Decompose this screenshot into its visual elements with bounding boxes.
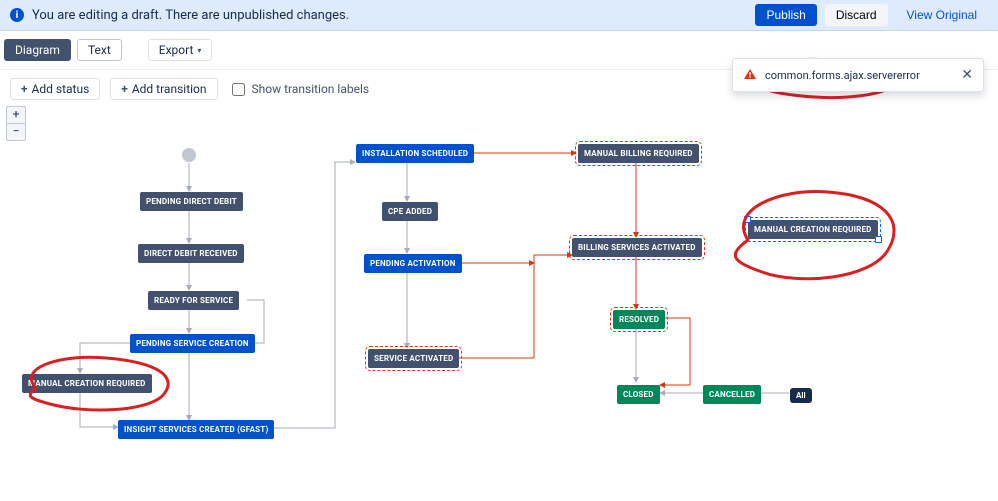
info-icon: i xyxy=(10,8,24,22)
show-labels-checkbox[interactable] xyxy=(232,83,245,96)
zoom-in-button[interactable]: + xyxy=(7,107,25,124)
status-ready-for-service[interactable]: READY FOR SERVICE xyxy=(148,291,239,310)
chevron-down-icon: ▾ xyxy=(197,46,201,55)
start-node[interactable] xyxy=(182,148,196,162)
status-service-activated[interactable]: SERVICE ACTIVATED xyxy=(368,349,459,368)
view-original-link[interactable]: View Original xyxy=(896,4,988,26)
error-icon xyxy=(743,68,757,82)
zoom-out-button[interactable]: − xyxy=(7,124,25,140)
status-direct-debit-received[interactable]: DIRECT DEBIT RECEIVED xyxy=(138,244,244,263)
tab-diagram[interactable]: Diagram xyxy=(4,39,71,61)
status-manual-creation-required-1[interactable]: MANUAL CREATION REQUIRED xyxy=(22,374,152,393)
status-installation-scheduled[interactable]: INSTALLATION SCHEDULED xyxy=(356,144,474,163)
workflow-canvas[interactable]: + − xyxy=(0,100,998,501)
draft-banner: i You are editing a draft. There are unp… xyxy=(0,0,998,31)
export-label: Export xyxy=(159,43,194,57)
toast-message: common.forms.ajax.servererror xyxy=(765,69,920,82)
status-billing-services-activated[interactable]: BILLING SERVICES ACTIVATED xyxy=(572,238,702,257)
plus-icon: + xyxy=(21,82,28,96)
status-manual-creation-required-2[interactable]: MANUAL CREATION REQUIRED xyxy=(748,220,878,239)
banner-actions: Publish Discard View Original xyxy=(755,4,988,26)
show-labels-toggle[interactable]: Show transition labels xyxy=(228,80,370,99)
status-closed[interactable]: CLOSED xyxy=(617,385,660,404)
close-icon[interactable]: ✕ xyxy=(961,67,973,83)
status-pending-direct-debit[interactable]: PENDING DIRECT DEBIT xyxy=(140,192,243,211)
error-toast: common.forms.ajax.servererror ✕ xyxy=(732,58,984,92)
status-resolved[interactable]: RESOLVED xyxy=(613,310,665,329)
status-pending-activation[interactable]: PENDING ACTIVATION xyxy=(364,254,462,273)
add-transition-label: Add transition xyxy=(132,82,207,96)
tab-text[interactable]: Text xyxy=(77,39,122,61)
discard-button[interactable]: Discard xyxy=(825,4,888,26)
export-dropdown[interactable]: Export ▾ xyxy=(148,39,213,61)
banner-left: i You are editing a draft. There are unp… xyxy=(10,8,349,23)
add-transition-button[interactable]: + Add transition xyxy=(110,78,217,100)
status-insight-services-created[interactable]: INSIGHT SERVICES CREATED (GFAST) xyxy=(118,420,274,439)
publish-button[interactable]: Publish xyxy=(755,4,816,26)
show-labels-text: Show transition labels xyxy=(252,82,370,96)
add-status-label: Add status xyxy=(32,82,90,96)
plus-icon: + xyxy=(121,82,128,96)
global-all-pill[interactable]: All xyxy=(790,388,812,403)
add-status-button[interactable]: + Add status xyxy=(10,78,100,100)
status-cpe-added[interactable]: CPE ADDED xyxy=(382,202,438,221)
banner-message: You are editing a draft. There are unpub… xyxy=(32,8,349,23)
status-pending-service-creation[interactable]: PENDING SERVICE CREATION xyxy=(130,334,255,353)
zoom-controls: + − xyxy=(6,106,26,141)
status-cancelled[interactable]: CANCELLED xyxy=(703,385,761,404)
status-manual-billing-required[interactable]: MANUAL BILLING REQUIRED xyxy=(578,144,699,163)
